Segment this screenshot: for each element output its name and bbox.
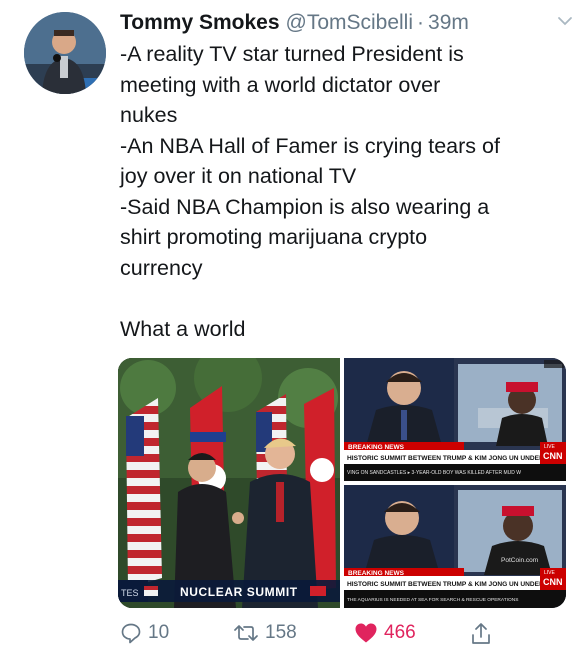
cnn-top-still: BREAKING NEWS HISTORIC SUMMIT BETWEEN TR… <box>344 358 566 481</box>
tweet-text: -A reality TV star turned President is m… <box>120 39 570 344</box>
display-name[interactable]: Tommy Smokes <box>120 11 280 35</box>
tweet-text-line: -Said NBA Champion is also wearing a <box>120 194 490 219</box>
cnn-ticker: VING ON SANDCASTLES ▸ 3-YEAR-OLD BOY WAS… <box>347 470 521 476</box>
retweet-icon <box>234 625 258 641</box>
cnn-logo: CNN <box>543 451 563 461</box>
user-handle[interactable]: @TomScibelli <box>286 11 414 35</box>
media-collage[interactable]: TES NUCLEAR SUMMIT BREAKING NEWS HISTORI… <box>118 358 566 608</box>
tweet-text-line: -An NBA Hall of Famer is crying tears of <box>120 133 500 158</box>
reply-icon <box>121 623 141 644</box>
breaking-news-label: BREAKING NEWS <box>348 570 405 577</box>
like-button[interactable]: 466 <box>354 622 416 644</box>
share-button[interactable] <box>470 622 492 646</box>
tweet-header: Tommy Smokes @TomScibelli · 39m <box>120 8 562 38</box>
reply-count: 10 <box>148 622 170 643</box>
like-count: 466 <box>384 622 416 643</box>
reply-button[interactable]: 10 <box>120 622 169 644</box>
tweet-text-line: -A reality TV star turned President is <box>120 42 464 66</box>
retweet-button[interactable]: 158 <box>233 622 297 644</box>
media-svg: TES NUCLEAR SUMMIT BREAKING NEWS HISTORI… <box>118 358 566 608</box>
tweet-actions: 10 158 466 <box>118 618 568 654</box>
potcoin-shirt-text: PotCoin.com <box>501 557 538 564</box>
tweet-closing-line: What a world <box>120 316 246 341</box>
tweet-text-line: shirt promoting marijuana crypto <box>120 225 428 249</box>
banner-prefix: TES <box>121 588 139 598</box>
cnn-bottom-still: PotCoin.com BREAKING NEWS HISTORIC SUMMI… <box>344 485 566 608</box>
tweet-text-line: meeting with a world dictator over <box>120 72 441 97</box>
avatar-image <box>24 12 106 94</box>
tweet-text-line: currency <box>120 255 203 280</box>
avatar[interactable] <box>24 12 106 94</box>
chevron-down-icon[interactable] <box>556 12 574 30</box>
cnn-headline: HISTORIC SUMMIT BETWEEN TRUMP & KIM JONG… <box>347 455 559 462</box>
live-label: LIVE <box>544 444 556 450</box>
live-label: LIVE <box>544 570 556 576</box>
timestamp[interactable]: 39m <box>428 11 469 35</box>
retweet-count: 158 <box>265 622 297 643</box>
cnn-headline: HISTORIC SUMMIT BETWEEN TRUMP & KIM JONG… <box>347 581 559 588</box>
nuclear-summit-banner: NUCLEAR SUMMIT <box>180 585 298 599</box>
cnn-logo: CNN <box>543 577 563 587</box>
cnn-ticker: THE AQUARIUS IS NEEDED AT SEA FOR SEARCH… <box>347 597 518 603</box>
share-icon <box>472 623 490 644</box>
tweet-text-line: nukes <box>120 103 178 127</box>
heart-icon <box>355 623 377 643</box>
tweet-text-line: joy over it on national TV <box>120 164 357 188</box>
separator: · <box>417 11 425 34</box>
breaking-news-label: BREAKING NEWS <box>348 444 405 451</box>
summit-photo: TES NUCLEAR SUMMIT <box>118 358 340 608</box>
